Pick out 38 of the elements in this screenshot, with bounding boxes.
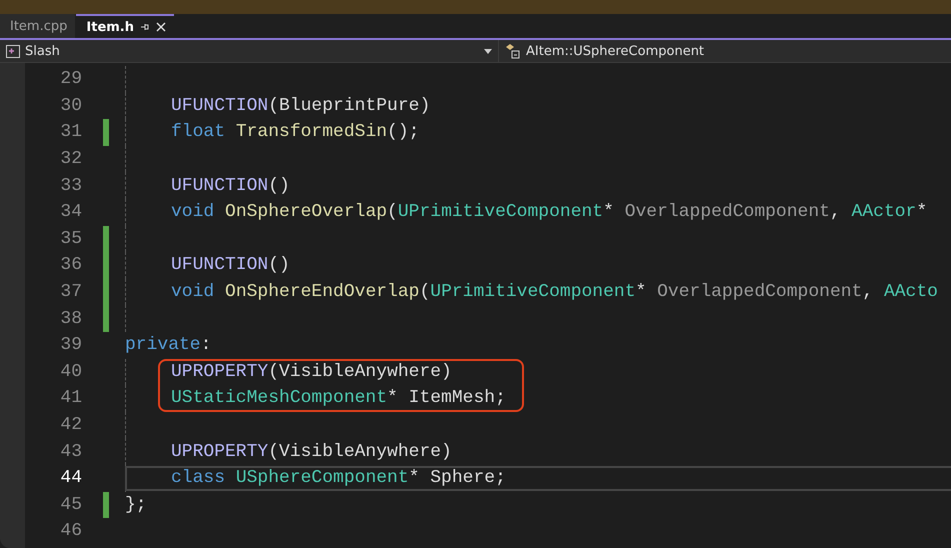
- caret-icon: [484, 48, 492, 54]
- line-number: 44: [59, 468, 82, 488]
- code-line: UPROPERTY(VisibleAnywhere): [171, 442, 452, 462]
- line-number: 46: [59, 521, 82, 542]
- code-line: UFUNCTION(): [171, 255, 290, 276]
- line-number: 41: [59, 388, 82, 408]
- code-line: void OnSphereEndOverlap(UPrimitiveComponent* OverlappedComponent, AActo: [171, 282, 938, 302]
- line-number: 33: [59, 176, 82, 196]
- file-tab[interactable]: Item.cpp: [0, 14, 76, 38]
- line-number: 38: [59, 308, 82, 329]
- code-line: UPROPERTY(VisibleAnywhere): [171, 362, 452, 382]
- code-line: };: [125, 494, 147, 515]
- line-number: 31: [59, 122, 82, 142]
- line-number: 32: [59, 149, 82, 170]
- line-number: 39: [59, 335, 82, 356]
- close-icon[interactable]: [156, 22, 166, 32]
- code-line: class USphereComponent* Sphere;: [171, 468, 506, 488]
- line-number: 35: [59, 228, 82, 249]
- code-line: private:: [125, 335, 212, 356]
- code-line: float TransformedSin();: [171, 122, 420, 142]
- member-dropdown[interactable]: AItem::USphereComponent: [499, 40, 951, 62]
- class-member-icon: [505, 43, 521, 59]
- code-line: UStaticMeshComponent* ItemMesh;: [171, 388, 506, 408]
- code-line: void OnSphereOverlap(UPrimitiveComponent* OverlappedComponent, AActor*: [171, 202, 928, 222]
- project-icon: [6, 44, 20, 58]
- line-number: 43: [59, 442, 82, 462]
- line-number: 34: [59, 202, 82, 222]
- line-number: 36: [59, 255, 82, 276]
- line-number: 30: [59, 96, 82, 116]
- line-number: 37: [59, 282, 82, 302]
- pin-icon[interactable]: [140, 22, 150, 32]
- line-number: 29: [59, 69, 82, 90]
- line-number: 45: [59, 494, 82, 515]
- code-line: UFUNCTION(): [171, 176, 290, 196]
- code-line: UFUNCTION(BlueprintPure): [171, 96, 430, 116]
- project-dropdown[interactable]: Slash: [0, 40, 499, 62]
- line-number: 40: [59, 362, 82, 382]
- line-number: 42: [59, 415, 82, 436]
